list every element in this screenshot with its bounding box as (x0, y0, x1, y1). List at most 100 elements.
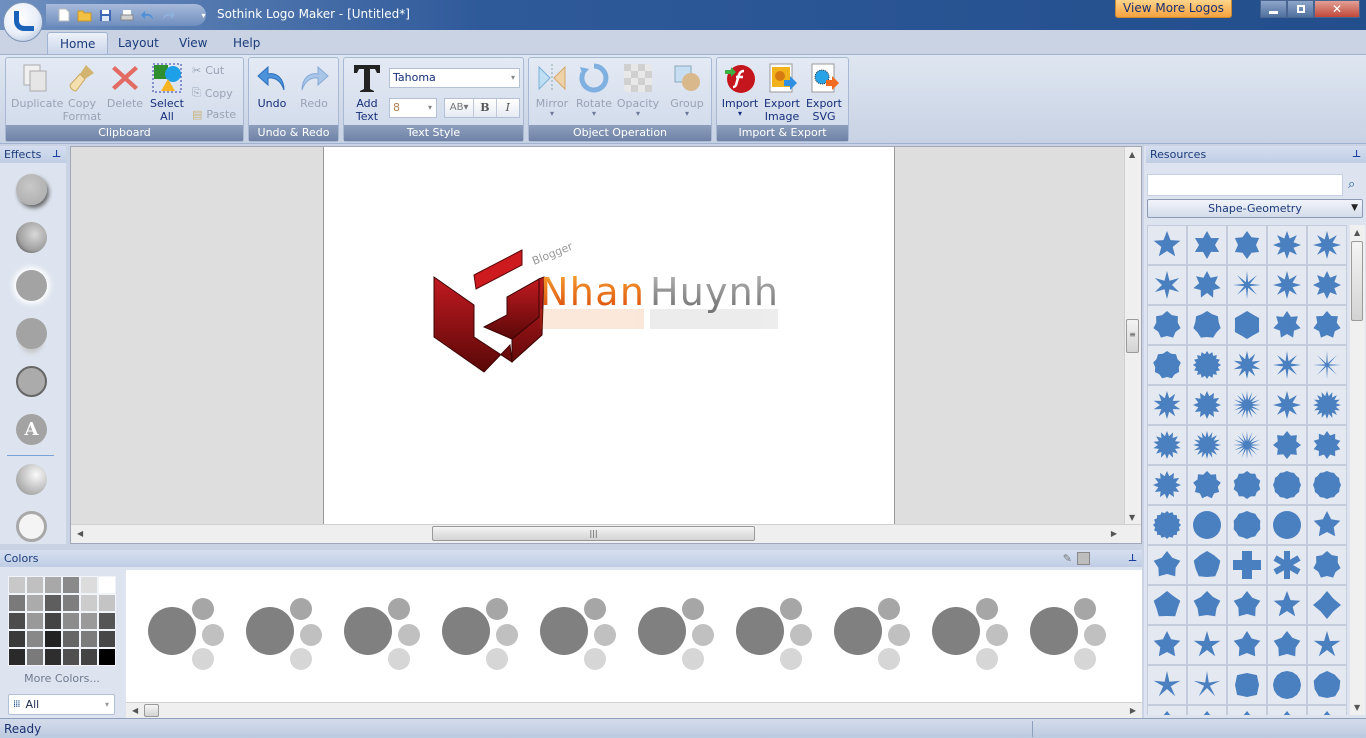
shape-item[interactable] (1187, 345, 1227, 385)
bold-button[interactable]: B (474, 99, 497, 117)
delete-button[interactable]: Delete (105, 62, 145, 110)
shape-item[interactable] (1147, 625, 1187, 665)
shape-item[interactable] (1307, 625, 1347, 665)
font-family-select[interactable]: Tahoma ▾ (389, 68, 520, 88)
scroll-left-icon[interactable]: ◀ (132, 706, 138, 715)
mirror-button[interactable]: Mirror ▾ (532, 62, 572, 118)
color-swatch[interactable] (80, 576, 98, 594)
color-swatch[interactable] (8, 648, 26, 666)
color-scheme-item[interactable] (148, 598, 224, 672)
select-all-button[interactable]: Select All (147, 62, 187, 123)
shape-item[interactable] (1147, 305, 1187, 345)
shape-item[interactable] (1267, 705, 1307, 715)
color-swatch[interactable] (62, 576, 80, 594)
char-spacing-button[interactable]: AB▾ (445, 99, 475, 117)
cut-button[interactable]: ✂ Cut (192, 64, 224, 77)
export-svg-button[interactable]: Export SVG (804, 62, 844, 123)
color-swatch[interactable] (44, 612, 62, 630)
shape-item[interactable] (1307, 585, 1347, 625)
resources-search-input[interactable] (1147, 174, 1343, 196)
color-swatch[interactable] (26, 594, 44, 612)
tab-home[interactable]: Home (47, 32, 109, 54)
logo-artwork[interactable]: Blogger Nhan Huynh (324, 147, 896, 525)
shape-item[interactable] (1147, 705, 1187, 715)
resources-scrollbar[interactable]: ▲ ▼ (1350, 225, 1365, 715)
shape-item[interactable] (1227, 265, 1267, 305)
shape-item[interactable] (1187, 385, 1227, 425)
scroll-right-icon[interactable]: ▶ (1111, 529, 1117, 538)
shape-item[interactable] (1147, 425, 1187, 465)
vertical-scroll-thumb[interactable]: ≡ (1126, 319, 1139, 353)
current-color-swatch[interactable] (1077, 552, 1090, 565)
shape-item[interactable] (1267, 385, 1307, 425)
shape-item[interactable] (1227, 585, 1267, 625)
horizontal-scrollbar[interactable]: ◀ ||| ▶ (71, 524, 1141, 543)
color-scheme-item[interactable] (638, 598, 714, 672)
shape-item[interactable] (1307, 425, 1347, 465)
shape-item[interactable] (1267, 305, 1307, 345)
color-scheme-item[interactable] (540, 598, 616, 672)
app-menu-button[interactable] (3, 2, 43, 42)
group-button[interactable]: Group ▾ (667, 62, 707, 118)
color-scheme-item[interactable] (246, 598, 322, 672)
effect-glow[interactable] (16, 270, 47, 301)
color-swatch[interactable] (98, 576, 116, 594)
shape-item[interactable] (1307, 265, 1347, 305)
opacity-button[interactable]: Opacity ▾ (616, 62, 660, 118)
pin-icon[interactable]: ⊥ (1352, 146, 1361, 163)
color-scheme-item[interactable] (932, 598, 1008, 672)
color-swatch[interactable] (26, 648, 44, 666)
effect-outline[interactable] (16, 511, 47, 542)
shape-item[interactable] (1147, 545, 1187, 585)
shape-item[interactable] (1307, 225, 1347, 265)
color-swatch[interactable] (80, 594, 98, 612)
scroll-up-icon[interactable]: ▲ (1129, 150, 1135, 159)
shape-item[interactable] (1227, 705, 1267, 715)
shape-item[interactable] (1227, 425, 1267, 465)
shape-item[interactable] (1187, 465, 1227, 505)
shape-item[interactable] (1307, 665, 1347, 705)
color-swatch[interactable] (26, 630, 44, 648)
color-filter-select[interactable]: ⁞⁞⁞ All ▾ (8, 694, 115, 715)
color-swatch[interactable] (8, 612, 26, 630)
color-swatch[interactable] (44, 630, 62, 648)
shape-item[interactable] (1267, 585, 1307, 625)
shape-item[interactable] (1227, 385, 1267, 425)
shape-item[interactable] (1187, 425, 1227, 465)
resources-scroll-thumb[interactable] (1351, 241, 1363, 321)
undo-icon[interactable] (140, 8, 155, 23)
import-button[interactable]: Import ▾ (720, 62, 760, 118)
italic-button[interactable]: I (497, 99, 519, 117)
color-swatch[interactable] (44, 576, 62, 594)
color-swatch[interactable] (8, 594, 26, 612)
color-scheme-item[interactable] (344, 598, 420, 672)
pin-icon[interactable]: ⊥ (1128, 550, 1137, 567)
shape-item[interactable] (1267, 545, 1307, 585)
shape-item[interactable] (1267, 345, 1307, 385)
shape-item[interactable] (1307, 505, 1347, 545)
minimize-button[interactable] (1260, 0, 1287, 18)
shape-item[interactable] (1147, 345, 1187, 385)
shape-item[interactable] (1227, 305, 1267, 345)
shape-item[interactable] (1267, 425, 1307, 465)
new-icon[interactable] (56, 8, 71, 23)
shape-item[interactable] (1227, 345, 1267, 385)
shape-item[interactable] (1147, 505, 1187, 545)
shape-item[interactable] (1227, 545, 1267, 585)
tab-layout[interactable]: Layout (106, 32, 171, 54)
shape-item[interactable] (1227, 625, 1267, 665)
open-icon[interactable] (77, 8, 92, 23)
shape-item[interactable] (1147, 225, 1187, 265)
scroll-up-icon[interactable]: ▲ (1354, 228, 1360, 237)
tab-help[interactable]: Help (221, 32, 272, 54)
color-swatch[interactable] (26, 576, 44, 594)
tab-view[interactable]: View (167, 32, 219, 54)
restore-button[interactable] (1287, 0, 1314, 18)
shape-item[interactable] (1187, 265, 1227, 305)
redo-icon[interactable] (161, 8, 176, 23)
more-colors-link[interactable]: More Colors... (0, 672, 124, 685)
shape-item[interactable] (1267, 505, 1307, 545)
shape-item[interactable] (1267, 465, 1307, 505)
effect-gradient[interactable] (16, 464, 47, 495)
pin-icon[interactable]: ⊥ (52, 146, 61, 163)
